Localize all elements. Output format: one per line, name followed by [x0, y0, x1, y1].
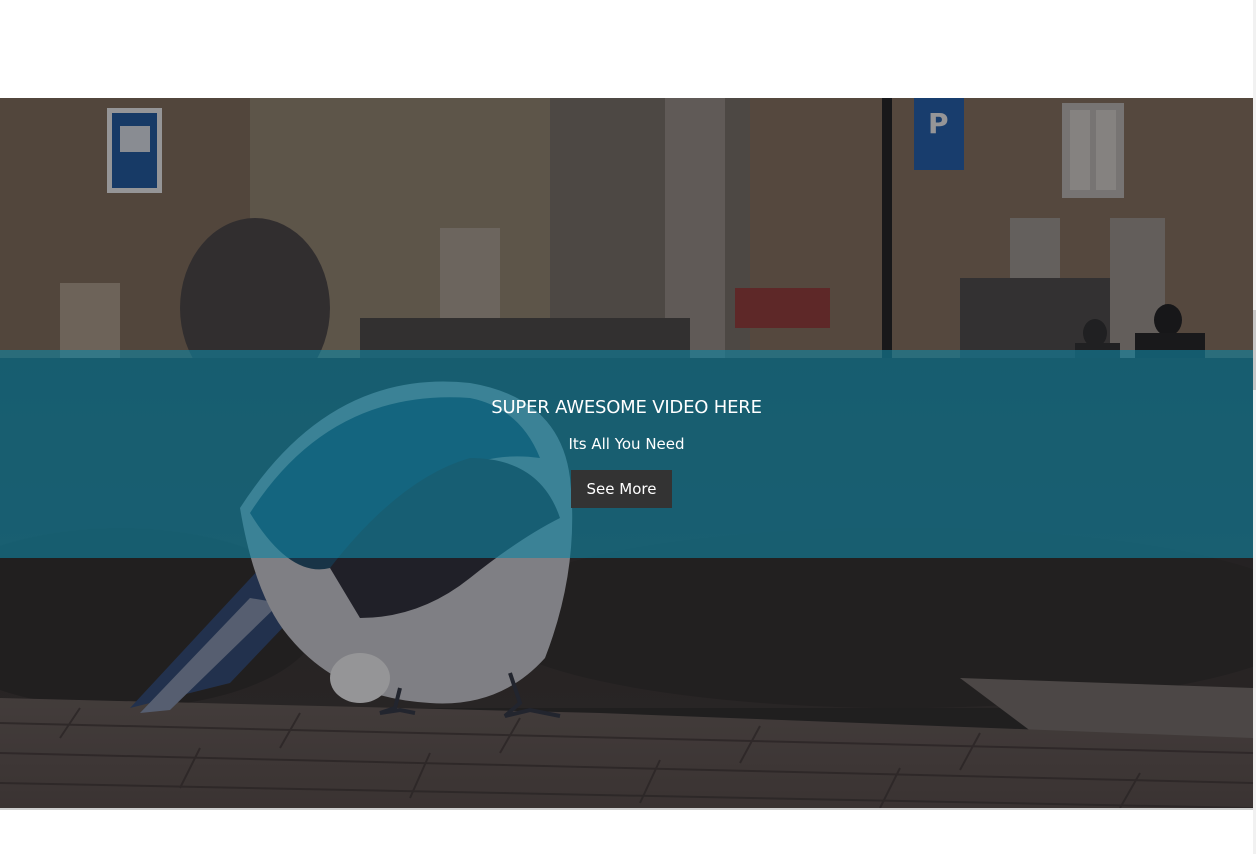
hero-subheadline: Its All You Need	[568, 435, 685, 453]
hero-caption: SUPER AWESOME VIDEO HERE Its All You Nee…	[0, 350, 1253, 558]
page: P	[0, 0, 1256, 854]
hero-video-section: P	[0, 98, 1253, 808]
hero-headline: SUPER AWESOME VIDEO HERE	[491, 397, 762, 418]
section-divider	[0, 808, 1253, 810]
header-area	[0, 0, 1256, 98]
see-more-button[interactable]: See More	[571, 470, 672, 508]
hero-overlay-band: SUPER AWESOME VIDEO HERE Its All You Nee…	[0, 350, 1253, 558]
